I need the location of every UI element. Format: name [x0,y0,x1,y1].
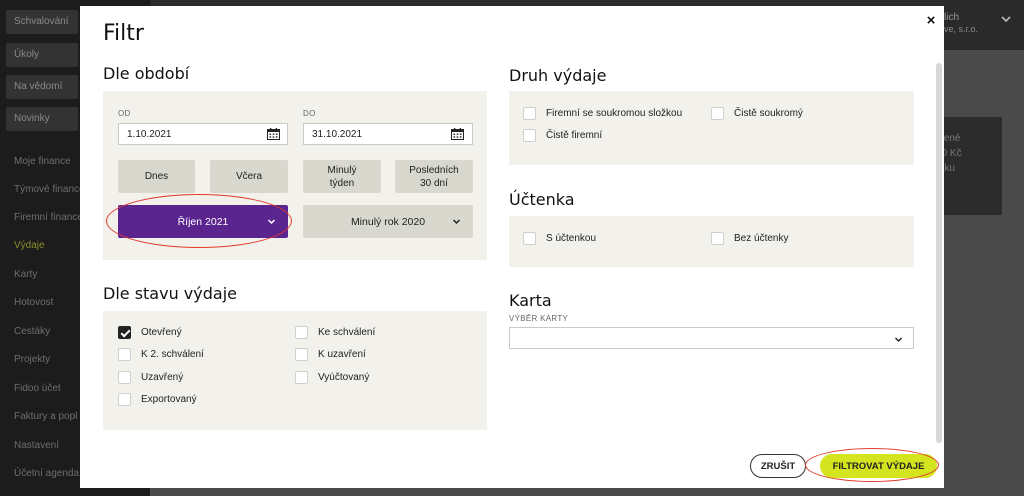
sidebar-button-tasks: Úkoly [6,43,78,67]
card-select-label: VÝBĚR KARTY [509,314,569,323]
checkbox[interactable] [118,393,131,406]
type-section-title: Druh výdaje [509,66,607,85]
calendar-icon[interactable] [451,128,464,140]
state-option-to-close[interactable]: K uzavření [295,348,366,361]
state-option-label: Uzavřený [141,372,184,383]
chevron-down-icon [267,214,276,228]
last-30-days-button[interactable]: Posledních 30 dní [395,160,473,193]
receipt-option-label: S účtenkou [546,233,597,244]
to-date-label: DO [303,109,316,118]
sidebar-item-my-finance: Moje finance [14,156,71,167]
background-card-line: 0 [936,176,996,191]
sidebar-item-cash: Hotovost [14,297,54,308]
state-option-label: Vyúčtovaný [318,372,370,383]
period-section-title: Dle období [103,64,190,83]
type-option-company-private[interactable]: Firemní se soukromou složkou [523,107,682,120]
type-option-company[interactable]: Čistě firemní [523,129,602,142]
cancel-button[interactable]: ZRUŠIT [750,454,806,478]
previous-year-button[interactable]: Minulý rok 2020 [303,205,473,238]
current-month-button[interactable]: Říjen 2021 [118,205,288,238]
from-date-input[interactable]: 1.10.2021 [118,123,288,145]
state-option-label: Otevřený [141,327,182,338]
modal-title: Filtr [103,21,144,46]
state-option-closed[interactable]: Uzavřený [118,371,183,384]
checkbox[interactable] [118,371,131,384]
type-panel: Firemní se soukromou složkou Čistě soukr… [509,91,914,165]
sidebar-button-notice: Na vědomí [6,75,78,99]
sidebar-button-news: Novinky [6,107,78,131]
apply-filter-button[interactable]: FILTROVAT VÝDAJE [820,454,937,478]
sidebar-item-settings: Nastavení [14,440,60,451]
type-option-label: Čistě firemní [546,130,603,141]
checkbox-checked[interactable] [118,326,131,339]
sidebar-item-travel: Cestáky [14,326,51,337]
state-option-label: K uzavření [318,349,366,360]
close-icon[interactable]: × [922,12,940,30]
to-date-input[interactable]: 31.10.2021 [303,123,473,145]
checkbox[interactable] [295,348,308,361]
sidebar-item-cards: Karty [14,269,38,280]
checkbox[interactable] [711,232,724,245]
background-company-name: ve, s.r.o. [944,24,979,34]
filter-modal: × Filtr Dle období OD 1.10.2021 DO 31.10… [80,6,944,488]
state-option-second-approval[interactable]: K 2. schválení [118,348,204,361]
sidebar-item-expenses: Výdaje [14,240,45,251]
last-week-button[interactable]: Minulý týden [303,160,381,193]
to-date-value: 31.10.2021 [312,129,363,140]
period-panel: OD 1.10.2021 DO 31.10.2021 Dnes Včera Mi… [103,91,487,260]
sidebar-item-accounting: Účetní agenda [14,468,80,479]
card-select[interactable] [509,327,914,349]
sidebar-item-company-finance: Firemní finance [14,212,83,223]
state-panel: Otevřený Ke schválení K 2. schválení K u… [103,311,487,430]
from-date-label: OD [118,109,131,118]
checkbox[interactable] [523,129,536,142]
state-section-title: Dle stavu výdaje [103,284,237,303]
card-section-title: Karta [509,291,552,310]
state-option-settled[interactable]: Vyúčtovaný [295,371,369,384]
state-option-to-approve[interactable]: Ke schválení [295,326,375,339]
calendar-icon[interactable] [267,128,280,140]
yesterday-button[interactable]: Včera [210,160,288,193]
checkbox[interactable] [523,107,536,120]
state-option-label: Ke schválení [318,327,376,338]
receipt-section-title: Účtenka [509,190,575,209]
background-card-line: átku [936,163,955,174]
state-option-label: Exportovaný [141,394,197,405]
today-button[interactable]: Dnes [118,160,195,193]
state-option-label: K 2. schválení [141,349,204,360]
sidebar-item-invoices: Faktury a popl [14,411,78,422]
type-option-private[interactable]: Čistě soukromý [711,107,803,120]
modal-scrollbar[interactable] [936,63,942,443]
sidebar-item-team-finance: Týmové finance [14,184,85,195]
background-user-name: lich [944,12,960,23]
type-option-label: Čistě soukromý [734,108,803,119]
checkbox[interactable] [711,107,724,120]
sidebar-item-projects: Projekty [14,354,51,365]
chevron-down-icon [452,214,461,228]
receipt-option-with[interactable]: S účtenkou [523,232,596,245]
checkbox[interactable] [295,371,308,384]
checkbox[interactable] [295,326,308,339]
previous-year-label: Minulý rok 2020 [350,215,426,228]
checkbox[interactable] [523,232,536,245]
sidebar-button-approvals: Schvalování [6,10,78,34]
receipt-option-without[interactable]: Bez účtenky [711,232,788,245]
current-month-label: Říjen 2021 [177,215,229,228]
from-date-value: 1.10.2021 [127,129,172,140]
state-option-exported[interactable]: Exportovaný [118,393,197,406]
receipt-panel: S účtenkou Bez účtenky [509,216,914,267]
receipt-option-label: Bez účtenky [734,233,789,244]
background-card-line: alené [936,133,961,144]
chevron-down-icon [1000,13,1014,27]
sidebar-item-fidoo-account: Fidoo účet [14,383,61,394]
type-option-label: Firemní se soukromou složkou [546,108,683,119]
chevron-down-icon [894,333,903,346]
checkbox[interactable] [118,348,131,361]
background-card-line: 00 Kč [936,148,962,159]
state-option-open[interactable]: Otevřený [118,326,182,339]
